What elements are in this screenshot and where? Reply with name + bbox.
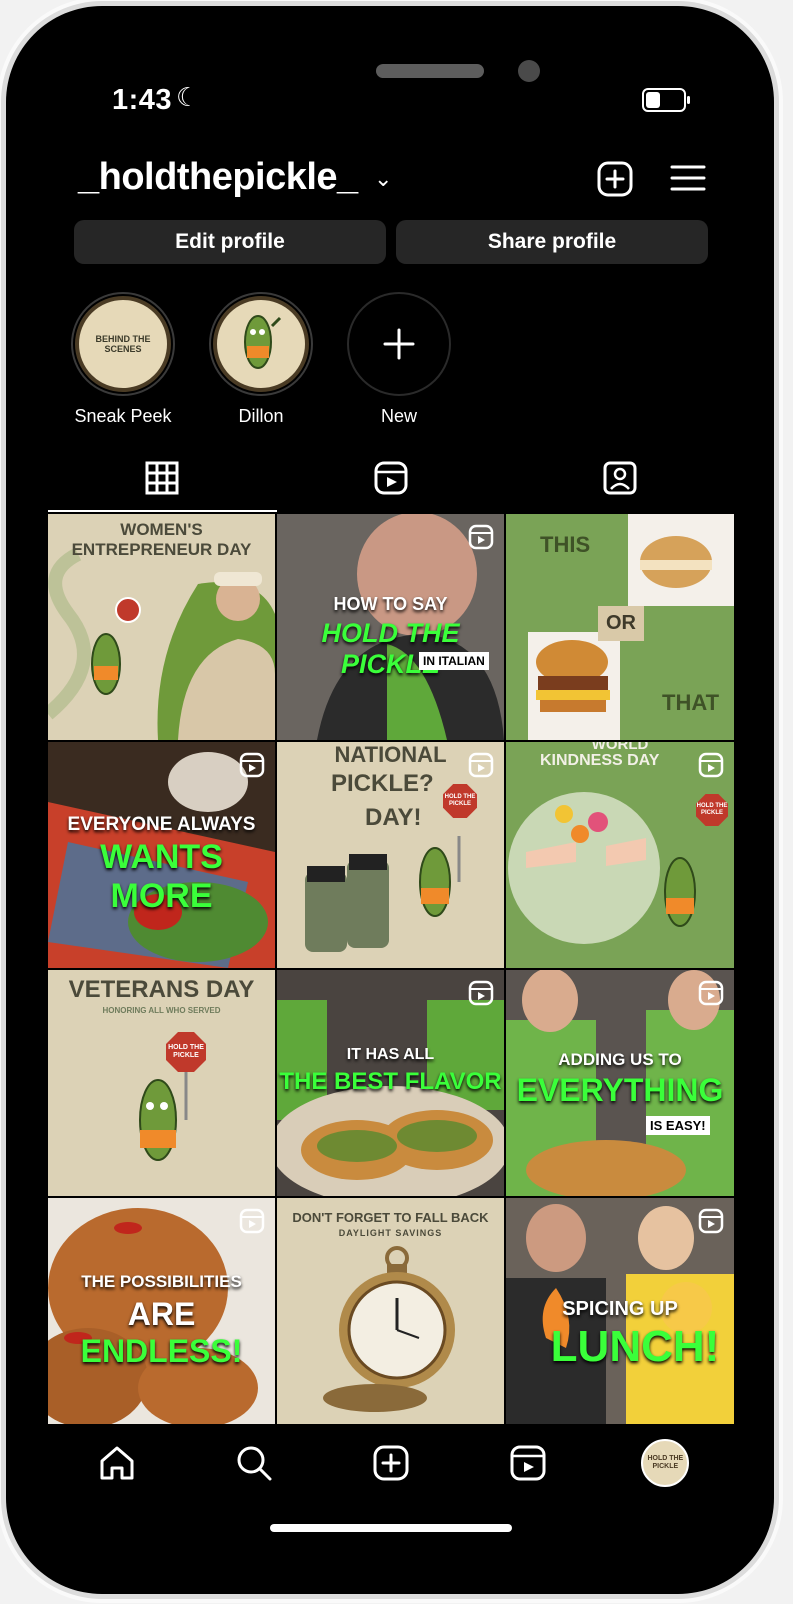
username-title[interactable]: _holdthepickle_ bbox=[78, 156, 358, 199]
bottom-nav: HOLD THE PICKLE bbox=[48, 1426, 734, 1500]
post-tile[interactable]: THE POSSIBILITIES ARE ENDLESS! bbox=[48, 1198, 275, 1424]
stop-sign-icon: HOLD THE PICKLE bbox=[166, 1032, 206, 1072]
post-tile[interactable]: HOW TO SAY HOLD THE PICKLE IN ITALIAN bbox=[277, 514, 504, 740]
plus-icon bbox=[383, 328, 415, 360]
post-caption: WOMEN'S ENTREPRENEUR DAY bbox=[71, 520, 252, 559]
post-caption: IN ITALIAN bbox=[419, 652, 489, 670]
highlight-label: Dillon bbox=[238, 406, 284, 426]
post-tile[interactable]: HOLD THE PICKLE NATIONAL PICKLE? DAY! bbox=[277, 742, 504, 968]
reel-indicator-icon bbox=[239, 752, 265, 783]
posts-grid: WOMEN'S ENTREPRENEUR DAY HOW TO SAY HOLD… bbox=[48, 514, 734, 1424]
battery-icon bbox=[642, 88, 690, 112]
highlight-ring: BEHIND THE SCENES bbox=[71, 292, 175, 396]
reel-indicator-icon bbox=[468, 524, 494, 555]
highlight-sneak-peek[interactable]: BEHIND THE SCENES Sneak Peek bbox=[68, 292, 178, 427]
post-caption: ADDING US TO bbox=[558, 1050, 682, 1069]
nav-search[interactable] bbox=[224, 1433, 284, 1493]
profile-header: _holdthepickle_ ⌄ bbox=[48, 156, 734, 216]
post-tile[interactable]: WOMEN'S ENTREPRENEUR DAY bbox=[48, 514, 275, 740]
post-caption: DON'T FORGET TO FALL BACK bbox=[292, 1210, 489, 1225]
post-tile[interactable]: ADDING US TO EVERYTHING IS EASY! bbox=[506, 970, 734, 1196]
menu-icon[interactable] bbox=[670, 160, 706, 196]
highlight-dillon[interactable]: Dillon bbox=[206, 292, 316, 427]
highlight-label: Sneak Peek bbox=[74, 406, 172, 426]
edit-profile-button[interactable]: Edit profile bbox=[74, 220, 386, 264]
post-caption: SPICING UP bbox=[562, 1298, 678, 1320]
reel-indicator-icon bbox=[468, 752, 494, 783]
highlight-ring bbox=[347, 292, 451, 396]
post-tile[interactable]: EVERYONE ALWAYS WANTS MORE bbox=[48, 742, 275, 968]
post-caption: ARE bbox=[127, 1296, 196, 1332]
screen: 1:43 ☾ _holdthepickle_ ⌄ Edit profile Sh… bbox=[48, 48, 734, 1552]
reel-indicator-icon bbox=[698, 980, 724, 1011]
home-indicator[interactable] bbox=[270, 1524, 512, 1532]
nav-profile[interactable]: HOLD THE PICKLE bbox=[635, 1433, 695, 1493]
nav-reels[interactable] bbox=[498, 1433, 558, 1493]
post-caption: KINDNESS DAY bbox=[540, 752, 660, 769]
share-profile-button[interactable]: Share profile bbox=[396, 220, 708, 264]
moon-icon: ☾ bbox=[176, 82, 200, 112]
nav-home[interactable] bbox=[87, 1433, 147, 1493]
highlight-label: New bbox=[380, 406, 417, 426]
profile-buttons: Edit profile Share profile bbox=[74, 220, 708, 264]
reels-icon bbox=[374, 461, 408, 495]
tab-reels[interactable] bbox=[277, 444, 506, 512]
create-post-icon[interactable] bbox=[596, 160, 634, 198]
tab-tagged[interactable] bbox=[505, 444, 734, 512]
post-tile[interactable]: HOLD THE PICKLE VETERANS DAY HONORING AL… bbox=[48, 970, 275, 1196]
reel-indicator-icon bbox=[698, 752, 724, 783]
tagged-icon bbox=[603, 461, 637, 495]
avatar: HOLD THE PICKLE bbox=[641, 1439, 690, 1487]
reel-indicator-icon bbox=[239, 1208, 265, 1239]
post-caption: HOLD THE PICKLE bbox=[321, 618, 460, 679]
highlight-cover: BEHIND THE SCENES bbox=[75, 296, 171, 392]
post-caption: OR bbox=[598, 606, 644, 641]
create-post-icon bbox=[373, 1445, 409, 1481]
post-caption: VETERANS DAY bbox=[68, 976, 255, 1003]
post-caption: THAT bbox=[662, 690, 720, 715]
post-caption: EVERYTHING bbox=[516, 1072, 724, 1108]
reel-indicator-icon bbox=[698, 1208, 724, 1239]
speaker bbox=[376, 64, 484, 78]
pickle-mascot-icon bbox=[244, 315, 282, 369]
status-time: 1:43 bbox=[112, 84, 173, 116]
post-caption: PICKLE? bbox=[331, 770, 434, 797]
post-caption: DAY! bbox=[365, 804, 422, 831]
post-tile[interactable]: DON'T FORGET TO FALL BACK DAYLIGHT SAVIN… bbox=[277, 1198, 504, 1424]
post-tile[interactable]: THIS OR THAT bbox=[506, 514, 734, 740]
post-caption: THE POSSIBILITIES bbox=[81, 1272, 242, 1291]
post-caption: THE BEST FLAVOR bbox=[279, 1068, 502, 1095]
post-tile[interactable]: IT HAS ALL THE BEST FLAVOR bbox=[277, 970, 504, 1196]
post-caption: THIS bbox=[540, 532, 591, 557]
post-caption: EVERYONE ALWAYS bbox=[67, 814, 256, 835]
nav-create[interactable] bbox=[361, 1433, 421, 1493]
post-caption: ENDLESS! bbox=[80, 1333, 243, 1369]
reels-icon bbox=[510, 1445, 546, 1481]
post-caption: DAYLIGHT SAVINGS bbox=[338, 1228, 443, 1238]
camera bbox=[518, 60, 540, 82]
grid-icon bbox=[145, 461, 179, 495]
post-caption: IT HAS ALL bbox=[346, 1046, 435, 1063]
post-caption: WANTS MORE bbox=[100, 838, 223, 915]
tab-posts[interactable] bbox=[48, 444, 277, 512]
profile-tabs bbox=[48, 444, 734, 512]
post-tile[interactable]: SPICING UP LUNCH! bbox=[506, 1198, 734, 1424]
chevron-down-icon[interactable]: ⌄ bbox=[374, 166, 392, 192]
post-caption: HOW TO SAY bbox=[333, 594, 448, 614]
post-caption: LUNCH! bbox=[550, 1322, 720, 1371]
search-icon bbox=[237, 1446, 272, 1481]
dynamic-island bbox=[244, 48, 636, 146]
phone-frame: 1:43 ☾ _holdthepickle_ ⌄ Edit profile Sh… bbox=[6, 6, 774, 1594]
highlight-cover bbox=[213, 296, 309, 392]
highlight-ring bbox=[209, 292, 313, 396]
post-caption: IS EASY! bbox=[646, 1116, 710, 1135]
home-icon bbox=[100, 1446, 134, 1480]
reel-indicator-icon bbox=[468, 980, 494, 1011]
story-highlights: BEHIND THE SCENES Sneak Peek Dillon New bbox=[68, 292, 454, 427]
post-tile[interactable]: HOLD THE PICKLE WORLD KINDNESS DAY bbox=[506, 742, 734, 968]
highlight-new[interactable]: New bbox=[344, 292, 454, 427]
post-caption: HONORING ALL WHO SERVED bbox=[102, 1006, 221, 1015]
